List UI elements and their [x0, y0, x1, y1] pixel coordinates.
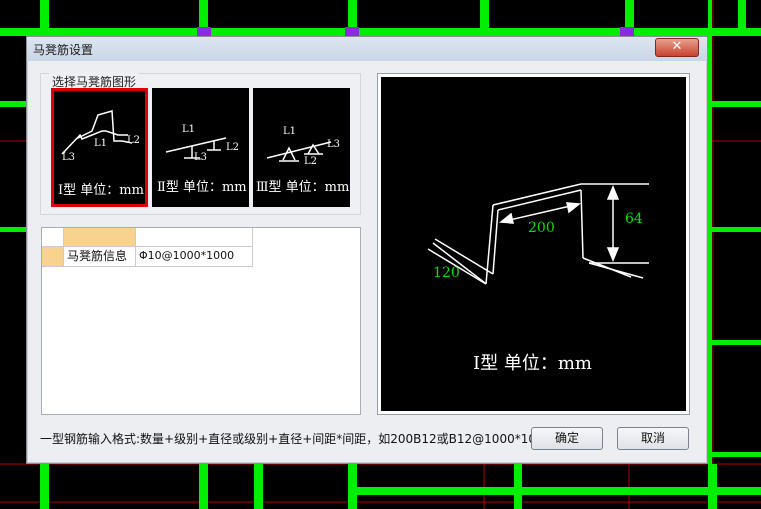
grid-row-name: 马凳筋信息	[64, 247, 136, 267]
shape-option-type-1[interactable]: L1 L2 L3 Ⅰ型 单位：mm	[51, 88, 148, 207]
ok-button[interactable]: 确定	[531, 427, 603, 450]
shape-option-type-2[interactable]: L1 L2 L3 Ⅱ型 单位：mm	[152, 88, 249, 207]
grid-row-selector[interactable]	[42, 247, 64, 267]
title-bar[interactable]: 马凳筋设置 ✕	[27, 37, 707, 61]
grid-header-name	[64, 228, 136, 247]
type-1-l3-label: L3	[62, 152, 76, 163]
shape-option-type-3[interactable]: L1 L2 L3 Ⅲ型 单位：mm	[253, 88, 350, 207]
grid-row-value-input[interactable]: Φ10@1000*1000	[136, 247, 253, 267]
grid-corner-cell	[42, 228, 64, 247]
type-2-l3-label: L3	[194, 152, 208, 163]
type-3-l3-label: L3	[327, 139, 341, 150]
stirrup-settings-dialog: 马凳筋设置 ✕ 选择马凳筋图形 L1 L2 L3 Ⅰ型 单位：mm L1 L2 …	[26, 36, 708, 464]
cancel-button[interactable]: 取消	[617, 427, 689, 450]
window-title: 马凳筋设置	[33, 43, 94, 57]
shape-preview-canvas: 200 64 120 Ⅰ型 单位：mm	[381, 77, 686, 411]
shape-selection-group: 选择马凳筋图形 L1 L2 L3 Ⅰ型 单位：mm L1 L2 L3 Ⅱ型 单位…	[40, 73, 361, 215]
type-1-l2-label: L2	[127, 135, 141, 146]
type-3-caption: Ⅲ型 单位：mm	[256, 180, 350, 195]
dimension-l3-label: 120	[433, 265, 460, 281]
type-2-caption: Ⅱ型 单位：mm	[157, 180, 247, 195]
type-3-l1-label: L1	[283, 126, 297, 137]
type-1-l1-label: L1	[94, 138, 108, 149]
type-2-l2-label: L2	[226, 142, 240, 153]
type-2-l1-label: L1	[182, 124, 196, 135]
grid-header-value	[136, 228, 253, 247]
dimension-l2-label: 64	[625, 211, 643, 227]
preview-caption: Ⅰ型 单位：mm	[473, 353, 592, 374]
type-3-l2-label: L2	[304, 156, 318, 167]
shape-preview-panel: 200 64 120 Ⅰ型 单位：mm	[377, 73, 690, 415]
input-format-hint: 一型钢筋输入格式:数量+级别+直径或级别+直径+间距*间距，如200B12或B1…	[40, 432, 552, 446]
property-grid: 马凳筋信息 Φ10@1000*1000	[41, 227, 361, 415]
type-1-caption: Ⅰ型 单位：mm	[58, 183, 144, 198]
dimension-l1-label: 200	[528, 220, 555, 236]
close-button[interactable]: ✕	[655, 38, 699, 57]
